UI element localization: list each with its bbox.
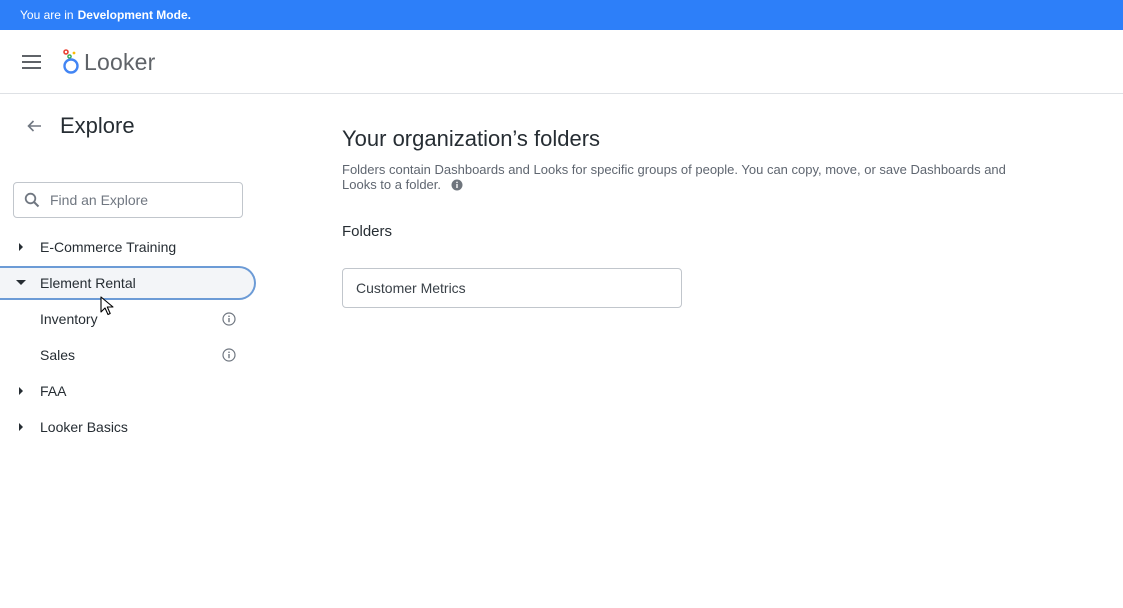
caret-right-icon[interactable] — [0, 387, 40, 395]
looker-logo[interactable]: Looker — [62, 48, 156, 76]
folders-heading: Folders — [342, 223, 393, 240]
top-bar: Looker — [0, 30, 1123, 94]
folder-card-customer-metrics[interactable]: Customer Metrics — [342, 268, 682, 308]
explore-search-input[interactable] — [50, 192, 230, 208]
explore-item-label: Inventory — [40, 311, 98, 327]
development-mode-banner: You are in Development Mode. — [0, 0, 1123, 30]
sidebar-title: Explore — [60, 113, 135, 138]
explore-item-inventory[interactable]: Inventory — [0, 302, 256, 336]
tree-item-faa[interactable]: FAA — [0, 374, 256, 408]
tree-item-label: Looker Basics — [40, 419, 128, 435]
explore-item-sales[interactable]: Sales — [0, 338, 256, 372]
tree-item-label: E-Commerce Training — [40, 239, 177, 255]
info-icon[interactable] — [222, 312, 236, 326]
page-title: Your organization’s folders — [342, 126, 601, 151]
explore-item-label: Sales — [40, 347, 76, 363]
info-icon[interactable] — [222, 348, 236, 362]
tree-item-element-rental[interactable]: Element Rental — [0, 266, 256, 300]
banner-prefix: You are in — [20, 8, 74, 22]
tree-item-label: Element Rental — [40, 275, 136, 291]
hamburger-menu-icon[interactable] — [22, 50, 46, 74]
looker-logo-icon — [63, 49, 79, 74]
logo-text: Looker — [84, 48, 156, 75]
page-description: Folders contain Dashboards and Looks for… — [342, 162, 1022, 192]
tree-item-ecommerce-training[interactable]: E-Commerce Training — [0, 230, 256, 264]
folder-name: Customer Metrics — [356, 280, 466, 296]
caret-right-icon[interactable] — [0, 423, 40, 431]
description-text: Folders contain Dashboards and Looks for… — [342, 162, 1006, 192]
explore-sidebar: Explore E-Commerce Training Element Rent… — [0, 95, 270, 608]
banner-mode: Development Mode. — [77, 8, 191, 22]
explore-search-box[interactable] — [13, 182, 243, 218]
tree-item-looker-basics[interactable]: Looker Basics — [0, 410, 256, 444]
caret-down-icon[interactable] — [0, 280, 40, 286]
back-arrow-icon[interactable] — [24, 116, 44, 136]
search-icon — [24, 192, 40, 208]
caret-right-icon[interactable] — [0, 243, 40, 251]
tree-item-label: FAA — [40, 383, 67, 399]
info-icon[interactable] — [451, 179, 463, 191]
